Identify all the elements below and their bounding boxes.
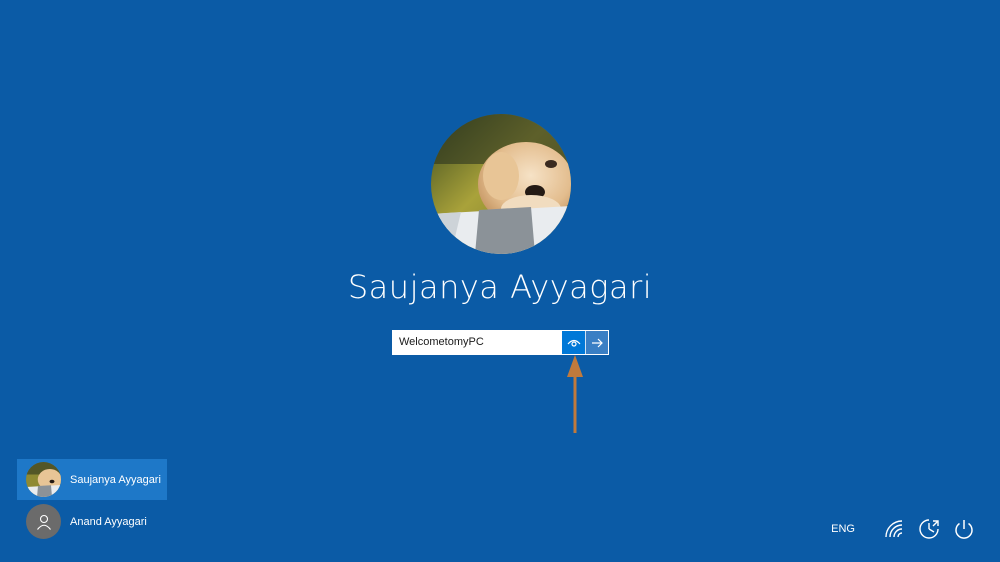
- power-button[interactable]: [952, 517, 976, 541]
- reveal-password-button[interactable]: [562, 331, 585, 354]
- puppy-photo: [26, 462, 61, 497]
- password-input[interactable]: WelcometomyPC: [393, 331, 562, 354]
- ease-of-access-button[interactable]: [917, 517, 941, 541]
- wifi-icon: [885, 520, 903, 538]
- system-tray: ENG: [831, 517, 976, 541]
- lock-screen: Saujanya Ayyagari WelcometomyPC Saujanya…: [0, 0, 1000, 562]
- user-item-anand[interactable]: Anand Ayyagari: [17, 501, 167, 542]
- user-switcher-list: Saujanya Ayyagari Anand Ayyagari: [17, 459, 167, 543]
- ease-of-access-icon: [919, 519, 939, 539]
- generic-person-icon: [36, 514, 51, 530]
- user-item-label: Saujanya Ayyagari: [70, 473, 161, 486]
- network-button[interactable]: [882, 517, 906, 541]
- puppy-photo: [431, 114, 571, 254]
- arrow-right-icon: [592, 338, 603, 347]
- user-item-label: Anand Ayyagari: [70, 515, 147, 528]
- power-icon: [955, 520, 973, 539]
- avatar: [26, 504, 61, 539]
- user-name-title: Saujanya Ayyagari: [347, 268, 653, 306]
- avatar: [26, 462, 61, 497]
- eye-icon: [567, 339, 580, 347]
- user-item-saujanya[interactable]: Saujanya Ayyagari: [17, 459, 167, 500]
- password-field-container: WelcometomyPC: [392, 330, 609, 355]
- user-avatar-large: [431, 114, 571, 254]
- submit-button[interactable]: [585, 331, 608, 354]
- annotation-arrow: [567, 355, 583, 433]
- language-indicator[interactable]: ENG: [831, 523, 855, 535]
